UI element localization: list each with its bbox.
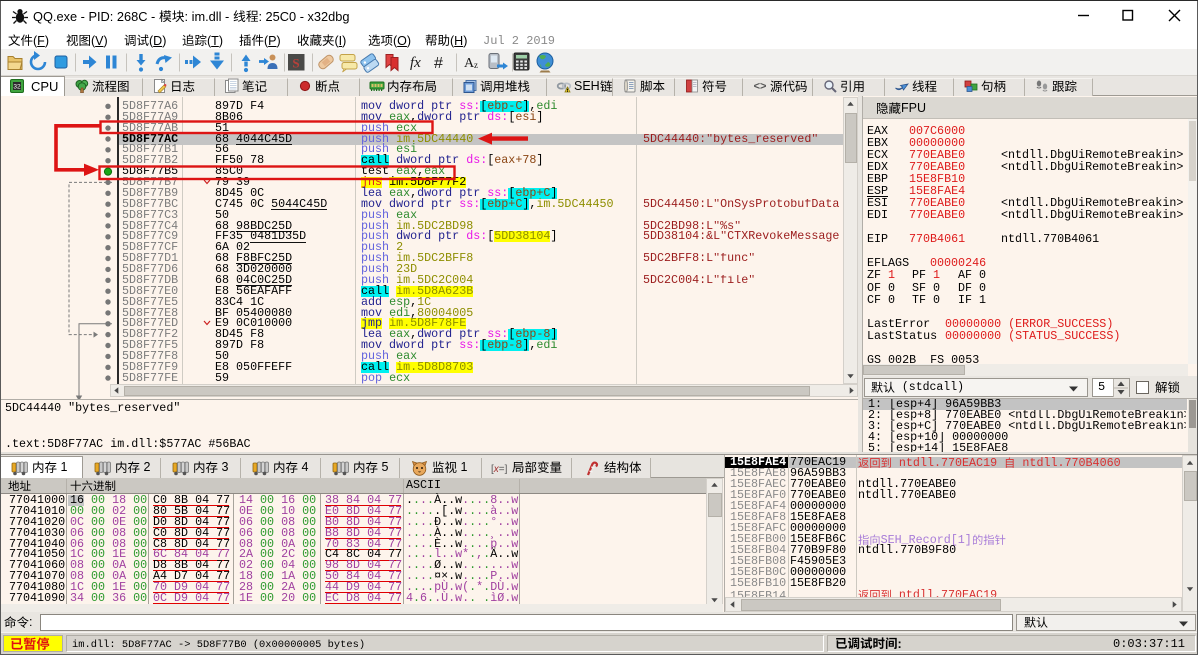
svg-text:fx: fx	[410, 55, 421, 71]
svg-text:#: #	[434, 55, 443, 72]
svg-text:S: S	[292, 56, 299, 71]
svg-text:[x=]: [x=]	[491, 464, 508, 475]
svg-text:32: 32	[13, 84, 21, 91]
svg-text:<>: <>	[754, 81, 767, 93]
svg-text:z: z	[474, 60, 478, 70]
